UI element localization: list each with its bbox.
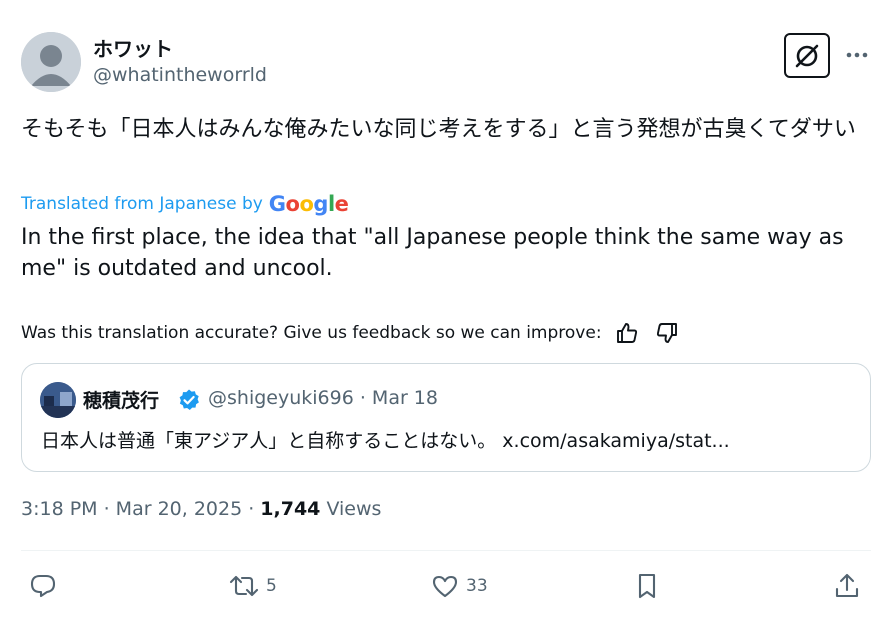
feedback-prompt: Was this translation accurate? Give us f… [21, 323, 602, 343]
quoted-display-name[interactable]: 穂積茂行 [83, 386, 159, 413]
more-options-button[interactable] [840, 40, 874, 70]
views-count: 1,744 [260, 498, 321, 520]
translated-label: Translated from Japanese by [21, 194, 263, 214]
share-button[interactable] [832, 568, 862, 604]
quoted-avatar[interactable] [40, 382, 76, 418]
quoted-handle-date: @shigeyuki696 · Mar 18 [208, 387, 438, 409]
quoted-tweet[interactable]: 穂積茂行 @shigeyuki696 · Mar 18 日本人は普通「東アジア人… [21, 363, 871, 472]
author-handle[interactable]: @whatintheworrld [93, 64, 267, 86]
quoted-avatar-image [40, 382, 76, 418]
thumbs-up-icon [616, 323, 637, 343]
like-icon [432, 575, 458, 598]
thumbs-up-button[interactable] [612, 318, 642, 348]
reply-button[interactable] [28, 568, 58, 604]
reply-icon [30, 574, 56, 598]
author-display-name[interactable]: ホワット [93, 33, 173, 62]
more-icon [846, 52, 868, 58]
tweet-text: そもそも「日本人はみんな俺みたいな同じ考えをする」と言う発想が古臭くてダサい [21, 117, 856, 142]
translation-feedback: Was this translation accurate? Give us f… [21, 318, 682, 348]
tweet-meta: 3:18 PM · Mar 20, 2025 · 1,744 Views [21, 498, 381, 520]
quoted-text: 日本人は普通「東アジア人」と自称することはない。 x.com/asakamiya… [41, 430, 730, 452]
translation-attribution: Translated from Japanese by Google [21, 190, 349, 218]
divider [21, 550, 871, 551]
grok-icon [795, 44, 819, 67]
bookmark-icon [638, 573, 656, 599]
verified-badge-icon [179, 389, 199, 410]
default-avatar-icon [21, 32, 81, 92]
views-label: Views [320, 498, 382, 520]
translation-text: In the first place, the idea that "all J… [21, 225, 844, 281]
like-button[interactable]: 33 [430, 568, 488, 604]
bookmark-button[interactable] [632, 568, 662, 604]
like-count: 33 [466, 576, 488, 596]
google-logo: Google [268, 192, 349, 216]
thumbs-down-button[interactable] [652, 318, 682, 348]
avatar[interactable] [21, 32, 81, 92]
share-icon [835, 573, 859, 598]
repost-count: 5 [266, 576, 277, 596]
repost-icon [229, 575, 259, 597]
repost-button[interactable]: 5 [228, 568, 277, 604]
thumbs-down-icon [656, 323, 677, 343]
grok-button[interactable] [784, 33, 830, 78]
tweet-timestamp[interactable]: 3:18 PM · Mar 20, 2025 · [21, 498, 260, 520]
